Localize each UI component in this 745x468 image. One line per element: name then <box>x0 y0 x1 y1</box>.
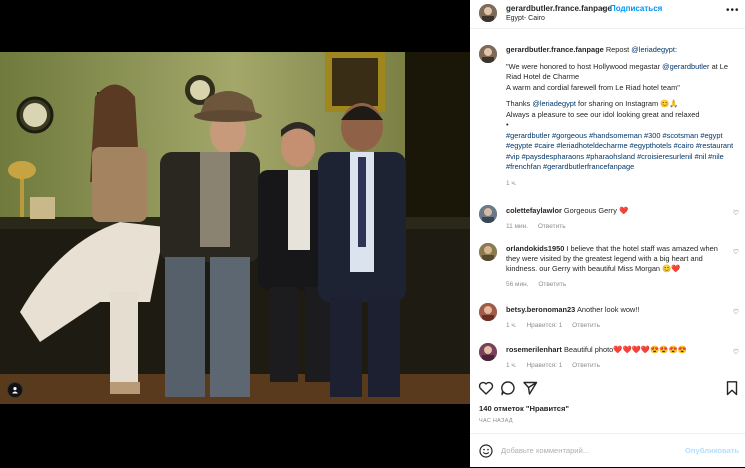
comment-item: orlandokids1950 I believe that the hotel… <box>506 244 726 290</box>
likes-count[interactable]: 140 отметок "Нравится" <box>479 404 569 413</box>
comment-item: rosemerilenhart Beautiful photo❤️❤️❤️❤️😍… <box>506 345 726 371</box>
follow-button[interactable]: Подписаться <box>610 4 662 13</box>
post-actions <box>470 375 745 399</box>
post-location[interactable]: Egypt- Cairo <box>506 15 545 22</box>
comment-avatar[interactable] <box>479 205 497 223</box>
caption-bullet: • <box>506 120 509 129</box>
comment-input[interactable]: Добавьте комментарий... <box>501 446 589 455</box>
comment-reply-button[interactable]: Ответить <box>572 322 600 329</box>
comment-username[interactable]: rosemerilenhart <box>506 345 562 354</box>
comment-likes-count[interactable]: Нравится: 1 <box>526 362 562 369</box>
comment-time: 56 мин. <box>506 281 529 288</box>
comment-time: 1 ч. <box>506 322 517 329</box>
comment-likes-count[interactable]: Нравится: 1 <box>526 322 562 329</box>
comment-reply-button[interactable]: Ответить <box>572 362 600 369</box>
caption-intro: Repost <box>605 45 630 54</box>
caption-avatar[interactable] <box>479 45 497 63</box>
post-photo-image <box>0 52 470 404</box>
comments-scroll-area[interactable]: gerardbutler.france.fanpage Repost @leri… <box>470 29 745 374</box>
add-comment-bar: Добавьте комментарий... Опубликовать <box>470 433 745 468</box>
comment-username[interactable]: colettefaylawlor <box>506 206 562 215</box>
quote-line2: A warm and cordial farewell from Le Riad… <box>506 82 680 92</box>
comment-avatar[interactable] <box>479 343 497 361</box>
share-icon[interactable] <box>522 380 538 396</box>
comment-item: betsy.beronoman23 Another look wow!! 1 ч… <box>506 305 726 331</box>
quote-mention[interactable]: @gerardbutler <box>662 62 709 71</box>
comment-item: colettefaylawlor Gorgeous Gerry ❤️ 11 ми… <box>506 206 726 232</box>
emoji-icon[interactable] <box>479 444 493 458</box>
publish-button[interactable]: Опубликовать <box>685 446 739 455</box>
caption-time: 1 ч. <box>506 179 517 187</box>
user-tag-icon <box>12 387 18 394</box>
comment-text: Another look wow!! <box>576 305 640 314</box>
thanks-text-b: for sharing on Instagram 😊🙏 <box>578 99 679 108</box>
avatar[interactable] <box>479 4 497 22</box>
post-time: ЧАС НАЗАД <box>479 418 513 424</box>
photo-pane <box>0 0 470 467</box>
comment-text: Beautiful photo❤️❤️❤️❤️😍😍😍😍 <box>563 345 687 354</box>
separator-dot: • <box>602 4 605 13</box>
author-username[interactable]: gerardbutler.france.fanpage <box>506 4 612 13</box>
caption-colon: : <box>674 45 678 54</box>
post-caption: gerardbutler.france.fanpage Repost @leri… <box>506 45 740 189</box>
quote-text-a: "We were honored to host Hollywood megas… <box>506 61 661 71</box>
post-detail-panel: gerardbutler.france.fanpage • Подписатьс… <box>470 0 745 467</box>
comment-like-heart-icon[interactable]: ♡ <box>733 348 739 356</box>
comment-reply-button[interactable]: Ответить <box>538 281 566 288</box>
user-tag-button[interactable] <box>7 382 23 398</box>
caption-username[interactable]: gerardbutler.france.fanpage <box>506 45 604 54</box>
comment-text: Gorgeous Gerry ❤️ <box>563 206 629 215</box>
caption-hashtags[interactable]: #gerardbutler #gorgeous #handsomeman #30… <box>506 131 740 173</box>
caption-mention[interactable]: @leriadegypt <box>631 45 675 54</box>
thanks-text-a: Thanks <box>506 99 531 108</box>
post-header: gerardbutler.france.fanpage • Подписатьс… <box>470 0 745 29</box>
comment-username[interactable]: orlandokids1950 <box>506 244 564 253</box>
always-line: Always a pleasure to see our idol lookin… <box>506 109 700 119</box>
bookmark-icon[interactable] <box>724 380 740 396</box>
comment-like-heart-icon[interactable]: ♡ <box>733 209 739 217</box>
thanks-mention[interactable]: @leriadegypt <box>532 99 576 108</box>
more-options-icon[interactable]: ••• <box>726 5 740 16</box>
comment-icon[interactable] <box>500 380 516 396</box>
comment-avatar[interactable] <box>479 243 497 261</box>
comment-username[interactable]: betsy.beronoman23 <box>506 305 575 314</box>
post-photo[interactable] <box>0 52 470 404</box>
comment-time: 11 мин. <box>506 223 529 230</box>
comment-like-heart-icon[interactable]: ♡ <box>733 248 739 256</box>
heart-icon[interactable] <box>478 380 494 396</box>
comment-reply-button[interactable]: Ответить <box>538 223 566 230</box>
comment-time: 1 ч. <box>506 362 517 369</box>
comment-like-heart-icon[interactable]: ♡ <box>733 308 739 316</box>
comment-avatar[interactable] <box>479 303 497 321</box>
